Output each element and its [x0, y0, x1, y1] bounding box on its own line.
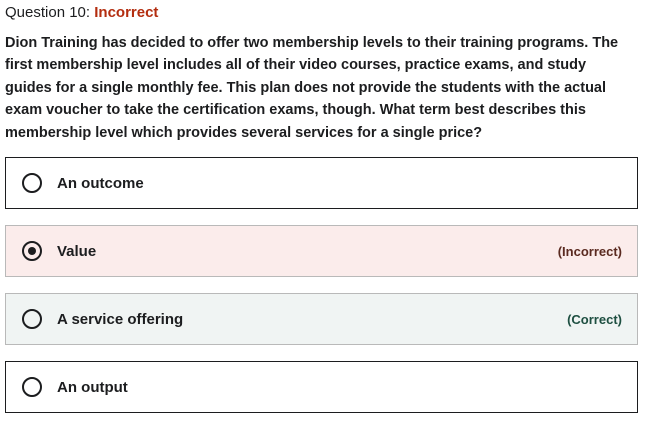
- correct-badge: (Correct): [567, 311, 622, 327]
- radio-unchecked-icon[interactable]: [22, 309, 42, 330]
- answer-option-an-outcome[interactable]: An outcome: [5, 157, 638, 210]
- answer-option-value[interactable]: Value (Incorrect): [5, 225, 638, 278]
- option-label: A service offering: [57, 310, 184, 328]
- radio-checked-icon[interactable]: [22, 241, 42, 262]
- question-panel: Question 10: Incorrect Dion Training has…: [5, 0, 638, 429]
- incorrect-badge: (Incorrect): [557, 243, 622, 259]
- answer-option-an-output[interactable]: An output: [5, 361, 638, 414]
- answer-option-a-service-offering[interactable]: A service offering (Correct): [5, 293, 638, 346]
- question-status: Incorrect: [94, 4, 159, 21]
- radio-unchecked-icon[interactable]: [22, 377, 42, 398]
- question-number: Question 10:: [5, 4, 91, 21]
- option-label: Value: [57, 242, 97, 260]
- question-text: Dion Training has decided to offer two m…: [5, 35, 619, 141]
- option-label: An output: [57, 378, 128, 396]
- answer-options: An outcome Value (Incorrect) A service o…: [5, 157, 638, 414]
- question-header: Question 10: Incorrect: [5, 3, 638, 23]
- radio-unchecked-icon[interactable]: [22, 173, 42, 194]
- option-label: An outcome: [57, 174, 144, 192]
